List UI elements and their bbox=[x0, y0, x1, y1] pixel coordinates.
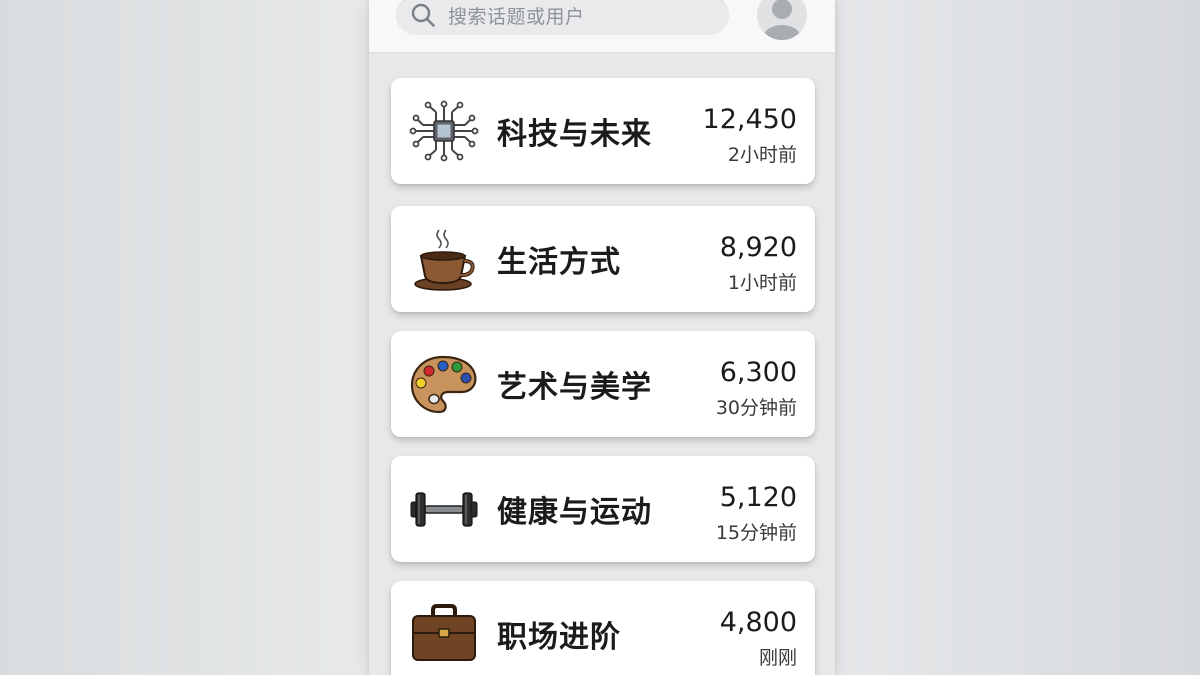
topic-title: 科技与未来 bbox=[497, 117, 652, 152]
topic-time: 30分钟前 bbox=[715, 397, 797, 419]
top-bar: 搜索话题或用户 bbox=[369, 0, 835, 53]
topic-time: 15分钟前 bbox=[715, 522, 797, 544]
topic-title: 健康与运动 bbox=[497, 495, 652, 530]
topic-title: 艺术与美学 bbox=[497, 370, 652, 405]
search-input[interactable]: 搜索话题或用户 bbox=[448, 2, 585, 29]
topic-count: 8,920 bbox=[719, 232, 797, 263]
circuit-chip-icon bbox=[409, 98, 479, 164]
topic-card-fitness[interactable]: 健康与运动 5,120 15分钟前 bbox=[391, 456, 815, 562]
topic-card-art[interactable]: 艺术与美学 6,300 30分钟前 bbox=[391, 331, 815, 437]
topic-title: 职场进阶 bbox=[497, 620, 621, 655]
topic-time: 1小时前 bbox=[727, 272, 797, 294]
user-avatar-icon[interactable] bbox=[757, 0, 807, 40]
topic-count: 4,800 bbox=[719, 607, 797, 638]
topic-time: 2小时前 bbox=[727, 144, 797, 166]
dumbbell-icon bbox=[409, 476, 479, 542]
app-screen: 搜索话题或用户 科技与未来 12,450 2小时前 生活方式 8,920 1小时… bbox=[369, 0, 835, 675]
topic-card-career[interactable]: 职场进阶 4,800 刚刚 bbox=[391, 581, 815, 675]
briefcase-icon bbox=[409, 601, 479, 667]
topic-title: 生活方式 bbox=[497, 245, 621, 280]
topic-count: 12,450 bbox=[702, 104, 797, 135]
search-bar[interactable]: 搜索话题或用户 bbox=[396, 0, 729, 35]
coffee-cup-icon bbox=[409, 226, 479, 292]
paint-palette-icon bbox=[409, 351, 479, 417]
topic-time: 刚刚 bbox=[758, 647, 797, 669]
topic-count: 5,120 bbox=[719, 482, 797, 513]
topic-card-lifestyle[interactable]: 生活方式 8,920 1小时前 bbox=[391, 206, 815, 312]
search-icon bbox=[410, 2, 436, 28]
topic-card-tech[interactable]: 科技与未来 12,450 2小时前 bbox=[391, 78, 815, 184]
topic-count: 6,300 bbox=[719, 357, 797, 388]
